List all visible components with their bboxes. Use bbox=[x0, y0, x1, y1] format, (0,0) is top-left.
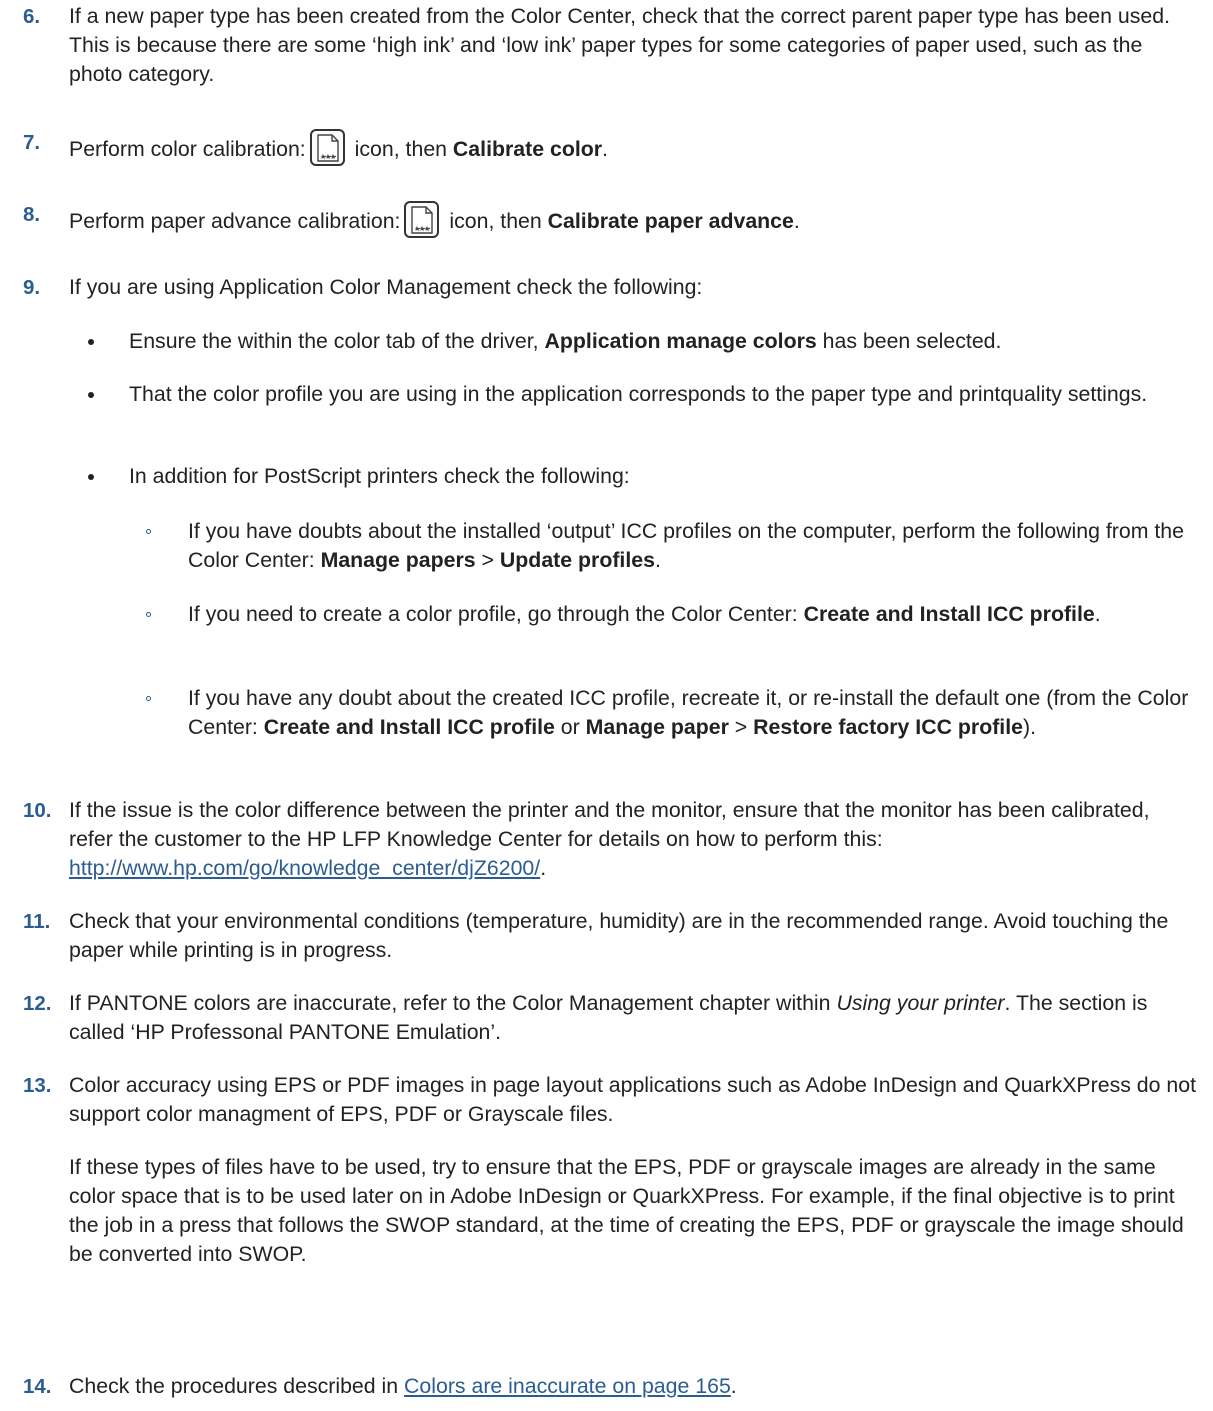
step-number: 14. bbox=[23, 1375, 52, 1398]
step-text: Check that your environmental conditions… bbox=[69, 909, 1169, 962]
step-text: Perform paper advance calibration: icon,… bbox=[69, 201, 1199, 238]
step-number: 6. bbox=[23, 5, 41, 28]
bullet-dot bbox=[88, 392, 94, 398]
menu-option: Calibrate paper advance bbox=[547, 209, 794, 234]
colors-inaccurate-link[interactable]: Colors are inaccurate on page 165 bbox=[404, 1374, 731, 1398]
step-text: If the issue is the color difference bet… bbox=[69, 798, 1150, 880]
sub-bullet-marker bbox=[146, 612, 151, 617]
step-text: Color accuracy using EPS or PDF images i… bbox=[69, 1073, 1196, 1126]
step-text: If you are using Application Color Manag… bbox=[69, 275, 703, 299]
sub-bullet-marker bbox=[146, 529, 151, 534]
step-number: 8. bbox=[23, 203, 41, 226]
step-number: 11. bbox=[23, 910, 51, 933]
menu-option: Calibrate color bbox=[452, 137, 603, 162]
paper-stars-icon bbox=[404, 201, 440, 238]
step-number: 10. bbox=[23, 799, 52, 822]
step-text: Check the procedures described in Colors… bbox=[69, 1374, 737, 1398]
step-text: If PANTONE colors are inaccurate, refer … bbox=[69, 991, 1148, 1044]
step-text: If a new paper type has been created fro… bbox=[69, 4, 1171, 86]
bullet-dot bbox=[88, 339, 94, 345]
sub-bullet-marker bbox=[146, 696, 151, 701]
paper-stars-icon bbox=[309, 129, 345, 166]
bullet-dot bbox=[88, 474, 94, 480]
step-text: If these types of files have to be used,… bbox=[69, 1155, 1184, 1266]
knowledge-center-link[interactable]: http://www.hp.com/go/knowledge_center/dj… bbox=[69, 856, 540, 880]
step-number: 7. bbox=[23, 131, 41, 154]
step-number: 9. bbox=[23, 276, 41, 299]
step-text: Perform color calibration: icon, then Ca… bbox=[69, 129, 1199, 166]
step-number: 12. bbox=[23, 992, 52, 1015]
step-number: 13. bbox=[23, 1074, 52, 1097]
